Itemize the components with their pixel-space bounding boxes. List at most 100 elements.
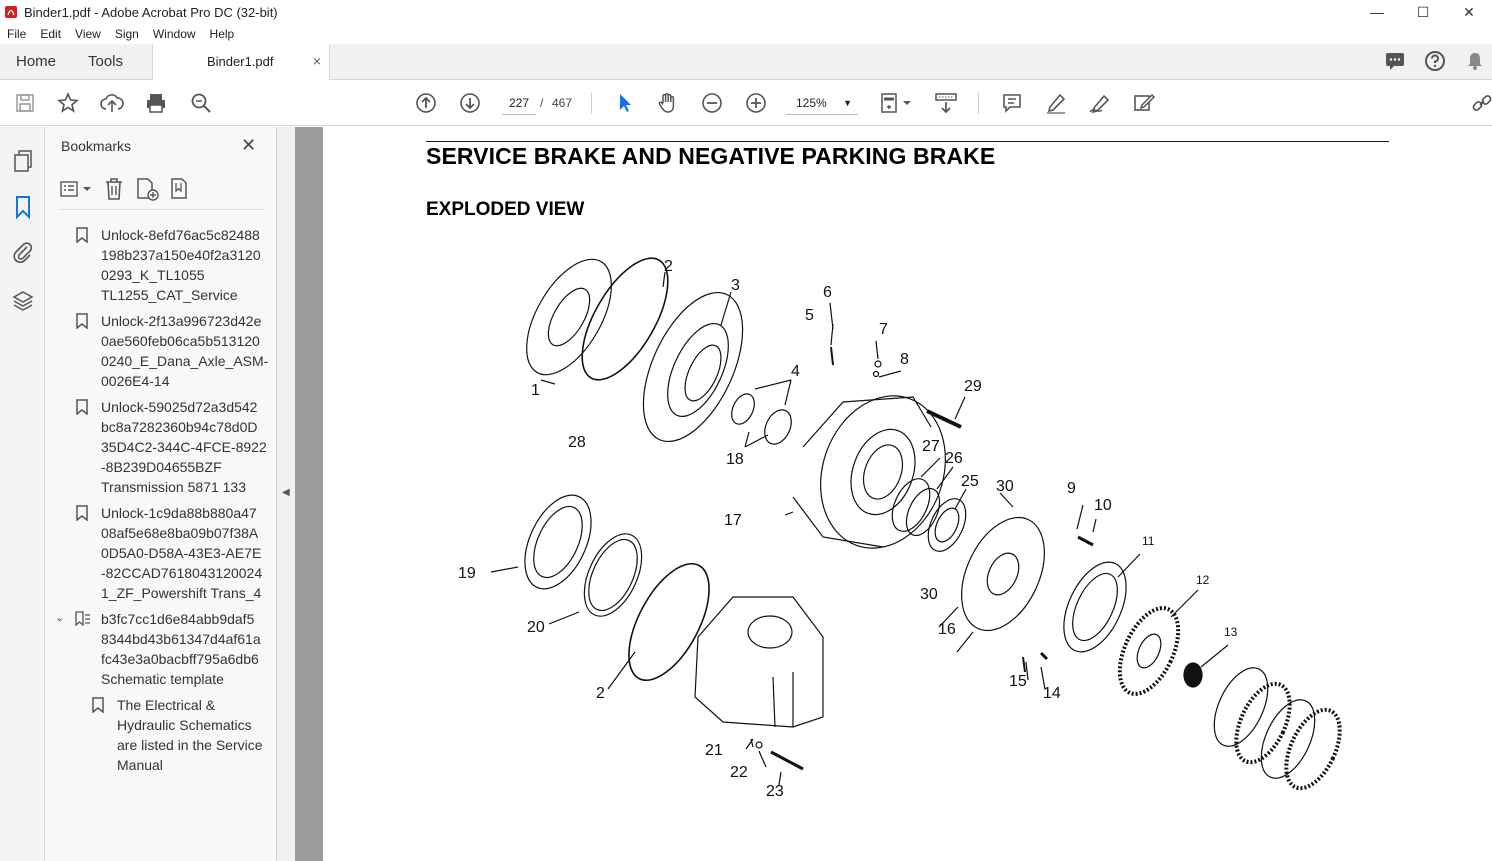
print-icon[interactable] (144, 91, 168, 115)
bookmark-icon (76, 399, 88, 415)
menu-help[interactable]: Help (203, 27, 242, 41)
fill-sign-icon[interactable] (1132, 91, 1156, 115)
bookmarks-panel: Bookmarks ✕ Unlock-8efd76ac5c82488 198b2… (45, 127, 277, 861)
zoom-out-icon[interactable] (700, 91, 724, 115)
tab-document-label: Binder1.pdf (207, 54, 274, 69)
bookmarks-panel-title: Bookmarks (61, 138, 132, 154)
bookmark-label: b3fc7cc1d6e84abb9daf5 8344bd43b61347d4af… (101, 611, 261, 687)
page-number-input[interactable]: 227 (502, 91, 536, 115)
menu-window[interactable]: Window (146, 27, 203, 41)
help-icon[interactable] (1424, 50, 1446, 72)
notifications-bell-icon[interactable] (1464, 50, 1486, 72)
scroll-mode-icon[interactable] (934, 91, 958, 115)
delete-trash-icon[interactable] (103, 177, 125, 201)
document-page[interactable]: SERVICE BRAKE AND NEGATIVE PARKING BRAKE… (323, 127, 1492, 861)
bookmark-icon (76, 227, 88, 243)
bookmark-group-icon (75, 611, 90, 627)
previous-page-icon[interactable] (414, 91, 438, 115)
draw-freehand-icon[interactable] (1088, 91, 1112, 115)
upload-cloud-icon[interactable] (100, 91, 124, 115)
minimize-button[interactable]: — (1354, 0, 1400, 24)
menu-file[interactable]: File (0, 27, 33, 41)
callout-label: 6 (823, 284, 832, 301)
toolbar-divider (591, 92, 592, 114)
zoom-in-icon[interactable] (744, 91, 768, 115)
callout-label: 4 (791, 363, 800, 380)
page-fit-icon[interactable] (878, 91, 914, 115)
bookmark-icon (76, 505, 88, 521)
page-separator: / (540, 96, 544, 110)
bookmark-label: Unlock-1c9da88b880a47 08af5e68e8ba09b07f… (101, 505, 263, 601)
menu-edit[interactable]: Edit (33, 27, 68, 41)
canvas-margin (295, 127, 323, 861)
callout-label: 26 (945, 450, 963, 467)
bookmark-item-schematic[interactable]: b3fc7cc1d6e84abb9daf5 8344bd43b61347d4af… (75, 609, 275, 689)
bookmark-item[interactable]: Unlock-2f13a996723d42e 0ae560feb06ca5b51… (75, 311, 275, 391)
bookmarks-close-button[interactable]: ✕ (241, 135, 256, 156)
zoom-level-select[interactable]: 125% ▼ (786, 91, 858, 115)
bookmark-item[interactable]: Unlock-59025d72a3d542 bc8a7282360b94c78d… (75, 397, 275, 497)
save-icon[interactable] (13, 91, 37, 115)
hand-tool-icon[interactable] (656, 91, 680, 115)
next-page-icon[interactable] (458, 91, 482, 115)
acrobat-logo-icon (5, 6, 17, 18)
search-icon[interactable] (189, 91, 213, 115)
bookmark-options-icon[interactable] (59, 178, 93, 200)
collapse-panel-icon[interactable]: ◀ (282, 487, 290, 498)
comment-bubble-icon[interactable] (1384, 50, 1406, 72)
bookmark-child-item[interactable]: The Electrical & Hydraulic Schematics ar… (91, 695, 275, 775)
window-title: Binder1.pdf - Adobe Acrobat Pro DC (32-b… (24, 4, 278, 20)
bookmark-item[interactable]: Unlock-8efd76ac5c82488 198b237a150e40f2a… (75, 225, 275, 305)
menu-bar: File Edit View Sign Window Help (0, 24, 1492, 44)
callout-label: 23 (766, 783, 784, 800)
new-bookmark-icon[interactable] (135, 177, 159, 201)
bookmark-label: Unlock-2f13a996723d42e 0ae560feb06ca5b51… (101, 313, 269, 389)
add-comment-icon[interactable] (1000, 91, 1024, 115)
tab-document[interactable]: Binder1.pdf × (152, 44, 330, 80)
tab-bar: Home Tools Binder1.pdf × (0, 44, 1492, 80)
highlight-pen-icon[interactable] (1044, 91, 1068, 115)
maximize-button[interactable]: ☐ (1400, 0, 1446, 24)
callout-label: 9 (1067, 480, 1076, 497)
chevron-down-icon[interactable]: ⌄ (55, 611, 64, 624)
close-window-button[interactable]: ✕ (1446, 0, 1492, 24)
callout-label: 2 (596, 685, 605, 702)
tab-close-button[interactable]: × (313, 44, 321, 79)
callout-label: 2 (664, 258, 673, 275)
callout-label: 3 (731, 277, 740, 294)
attachments-paperclip-icon[interactable] (11, 240, 35, 264)
menu-sign[interactable]: Sign (108, 27, 146, 41)
bookmarks-panel-icon[interactable] (11, 195, 35, 219)
tab-home[interactable]: Home (16, 44, 56, 79)
callout-label: 30 (996, 478, 1014, 495)
bookmark-item[interactable]: Unlock-1c9da88b880a47 08af5e68e8ba09b07f… (75, 503, 275, 603)
chevron-down-icon: ▼ (843, 98, 852, 108)
bookmark-label: The Electrical & Hydraulic Schematics ar… (117, 697, 263, 773)
callout-label: 8 (900, 351, 909, 368)
panel-splitter[interactable]: ◀ (277, 127, 295, 861)
callout-label: 25 (961, 473, 979, 490)
callout-label: 17 (724, 512, 742, 529)
title-bar: Binder1.pdf - Adobe Acrobat Pro DC (32-b… (0, 0, 1492, 24)
callout-label: 20 (527, 619, 545, 636)
select-cursor-icon[interactable] (612, 91, 636, 115)
callout-label: 19 (458, 565, 476, 582)
share-link-icon[interactable] (1470, 91, 1492, 115)
callout-label: 21 (705, 742, 723, 759)
page-thumbnails-icon[interactable] (11, 149, 35, 173)
callout-label: 12 (1196, 573, 1210, 587)
layers-icon[interactable] (11, 289, 35, 313)
callout-label: 13 (1224, 625, 1238, 639)
bookmark-label: Unlock-8efd76ac5c82488 198b237a150e40f2a… (101, 227, 261, 303)
page-total: 467 (552, 96, 573, 110)
menu-view[interactable]: View (68, 27, 108, 41)
tab-tools[interactable]: Tools (88, 44, 123, 79)
callout-label: 14 (1043, 685, 1061, 702)
star-icon[interactable] (56, 91, 80, 115)
callout-label: 1 (531, 382, 540, 399)
callout-label: 16 (938, 621, 956, 638)
panel-divider (59, 209, 265, 210)
callout-label: 15 (1009, 673, 1027, 690)
find-bookmark-icon[interactable] (169, 177, 193, 201)
toolbar-divider (978, 92, 979, 114)
